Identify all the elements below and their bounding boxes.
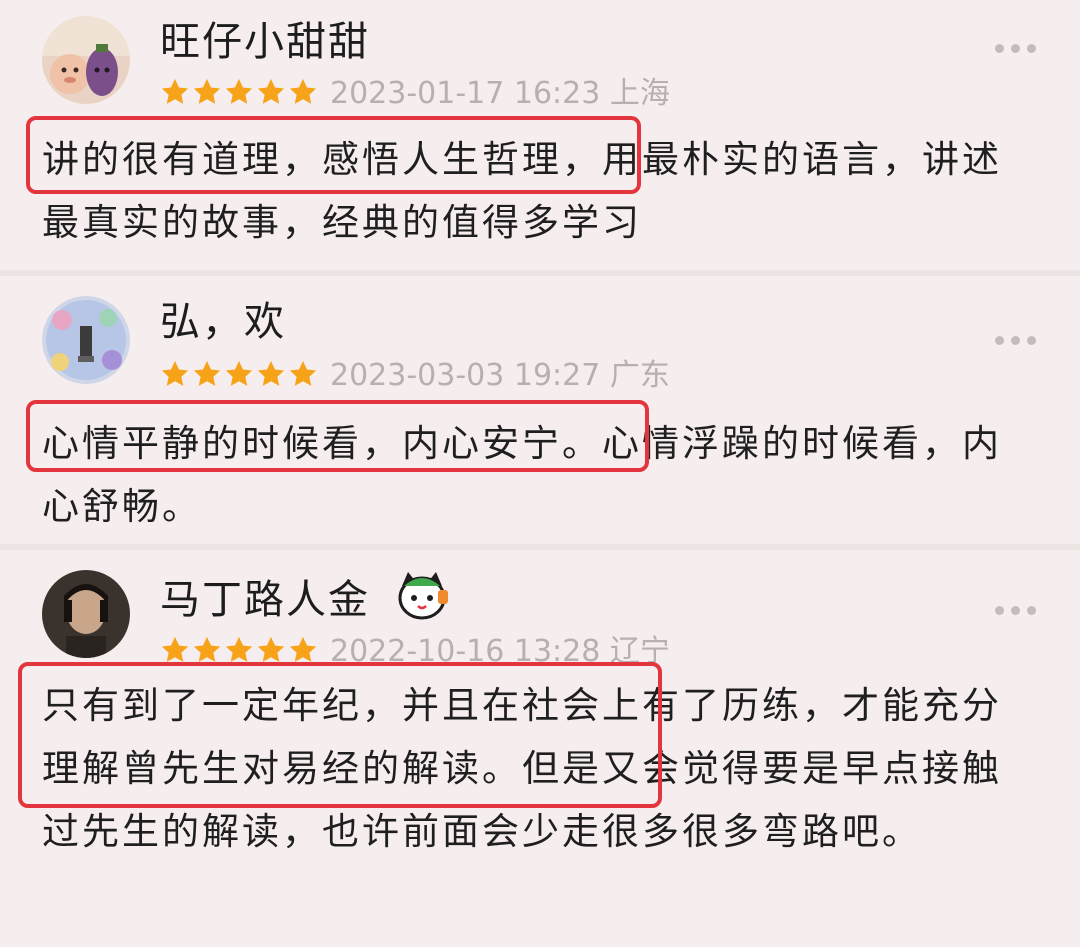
- review-card: 弘，欢 2023-03-03 19:27 广东 心情平静的时候看，内心安宁。心情…: [0, 276, 1080, 544]
- more-options-icon[interactable]: [995, 606, 1036, 615]
- star-icon: [225, 360, 253, 386]
- star-icon: [289, 360, 317, 386]
- star-icon: [161, 360, 189, 386]
- cat-badge-icon: [398, 572, 448, 620]
- more-options-icon[interactable]: [995, 336, 1036, 345]
- username[interactable]: 弘，欢: [160, 294, 286, 350]
- avatar[interactable]: [42, 570, 130, 658]
- star-icon: [257, 360, 285, 386]
- star-icon: [257, 78, 285, 104]
- avatar[interactable]: [42, 296, 130, 384]
- star-rating: [160, 76, 318, 110]
- more-options-icon[interactable]: [995, 44, 1036, 53]
- star-rating: [160, 358, 318, 392]
- star-icon: [193, 78, 221, 104]
- review-date-location: 2023-03-03 19:27 广东: [330, 358, 670, 393]
- avatar[interactable]: [42, 16, 130, 104]
- highlight-box: [26, 400, 649, 472]
- highlight-box: [18, 662, 662, 808]
- review-card: 旺仔小甜甜 2023-01-17 16:23 上海 讲的很有道理，感悟人生哲理，…: [0, 0, 1080, 270]
- review-feed: 旺仔小甜甜 2023-01-17 16:23 上海 讲的很有道理，感悟人生哲理，…: [0, 0, 1080, 947]
- review-card: 马丁路人金 2022-10-16 13:28 辽宁 只有到了一定年纪，并且在社会…: [0, 550, 1080, 947]
- highlight-box: [26, 116, 641, 194]
- star-icon: [289, 78, 317, 104]
- star-icon: [225, 78, 253, 104]
- username[interactable]: 旺仔小甜甜: [160, 14, 370, 70]
- username[interactable]: 马丁路人金: [160, 572, 370, 628]
- star-icon: [161, 78, 189, 104]
- star-icon: [193, 360, 221, 386]
- review-date-location: 2023-01-17 16:23 上海: [330, 76, 670, 111]
